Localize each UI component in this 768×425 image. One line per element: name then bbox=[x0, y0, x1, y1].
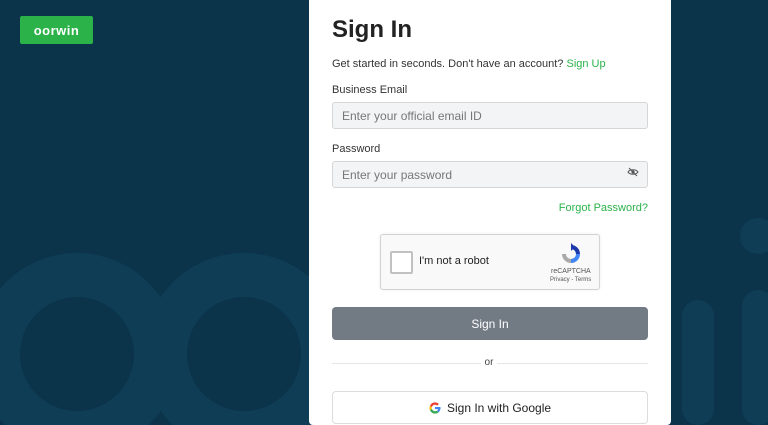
recaptcha-checkbox[interactable] bbox=[390, 251, 413, 274]
sign-in-button[interactable]: Sign In bbox=[332, 307, 648, 340]
email-label: Business Email bbox=[332, 84, 408, 96]
forgot-password-link[interactable]: Forgot Password? bbox=[559, 202, 648, 214]
page-title: Sign In bbox=[332, 16, 412, 43]
subtitle-text: Get started in seconds. Don't have an ac… bbox=[332, 58, 564, 70]
recaptcha-brand: reCAPTCHA bbox=[551, 268, 591, 275]
or-text: or bbox=[481, 357, 497, 368]
sign-up-link[interactable]: Sign Up bbox=[566, 58, 605, 70]
google-icon bbox=[429, 401, 441, 414]
recaptcha-links[interactable]: Privacy - Terms bbox=[550, 277, 591, 283]
recaptcha-widget: I'm not a robot reCAPTCHA Privacy - Term… bbox=[380, 234, 600, 290]
google-button-label: Sign In with Google bbox=[446, 400, 552, 415]
password-field[interactable] bbox=[332, 161, 648, 188]
eye-off-icon[interactable] bbox=[627, 166, 639, 178]
oorwin-logo: oorwin bbox=[20, 16, 93, 44]
recaptcha-label: I'm not a robot bbox=[419, 255, 489, 267]
sign-in-card: Sign In Get started in seconds. Don't ha… bbox=[309, 0, 671, 425]
email-field[interactable] bbox=[332, 102, 648, 129]
password-label: Password bbox=[332, 143, 381, 155]
subtitle: Get started in seconds. Don't have an ac… bbox=[332, 58, 606, 70]
recaptcha-icon bbox=[562, 243, 580, 263]
google-sign-in-button[interactable]: Sign In with Google bbox=[332, 391, 648, 424]
